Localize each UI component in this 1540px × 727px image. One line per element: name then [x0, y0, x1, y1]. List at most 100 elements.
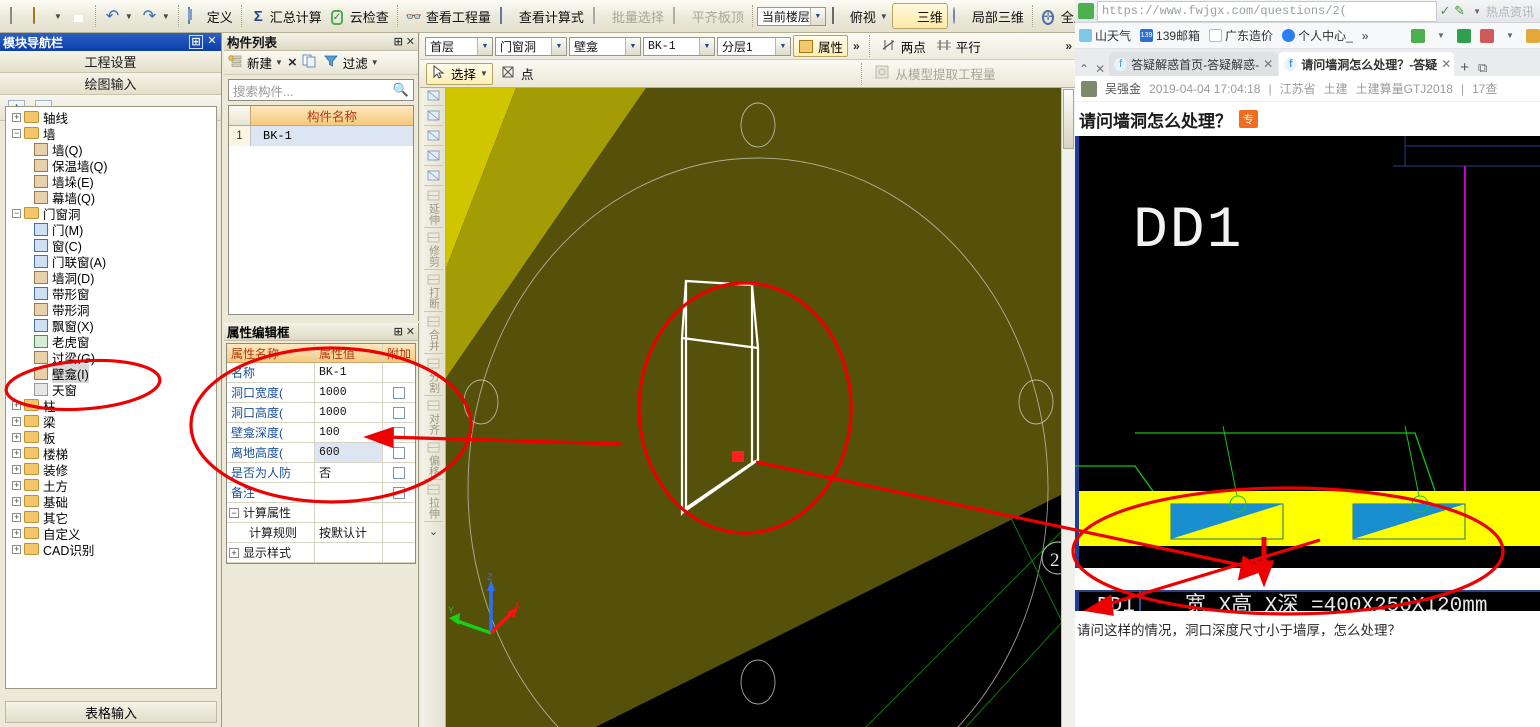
vtool-merge-button[interactable]: 合并 — [421, 314, 445, 351]
copy-icon[interactable] — [302, 54, 319, 71]
tree-node-folder[interactable]: − 墙 — [6, 125, 216, 142]
property-value[interactable]: 1000 — [315, 403, 383, 422]
tab-wall-hole-question[interactable]: f 请问墙洞怎么处理？-答疑 ✕ — [1279, 52, 1455, 76]
batch-select-button[interactable]: 批量选择 — [588, 3, 668, 29]
vtool-pencil-button[interactable] — [421, 88, 445, 103]
tree-node-leaf[interactable]: 天窗 — [6, 381, 216, 398]
vtool-mirror-button[interactable] — [421, 128, 445, 143]
save-button[interactable] — [66, 3, 91, 29]
pin-icon[interactable]: ⊞ — [394, 325, 403, 338]
tree-node-leaf[interactable]: 飘窗(X) — [6, 317, 216, 334]
define-button[interactable]: 定义 — [183, 3, 237, 29]
expand-icon[interactable]: + — [12, 112, 21, 122]
property-value[interactable]: 100 — [315, 423, 383, 442]
property-row[interactable]: 壁龛深度(100 — [227, 423, 415, 443]
close-icon[interactable]: ✕ — [406, 35, 415, 48]
tree-node-folder[interactable]: + 基础 — [6, 493, 216, 510]
search-component-input[interactable]: 搜索构件... 🔍 — [228, 79, 414, 101]
project-settings-tab[interactable]: 工程设置 — [0, 51, 221, 73]
tree-node-folder[interactable]: + CAD识别 — [6, 541, 216, 558]
top-view-button[interactable]: 俯视 ▼ — [826, 3, 892, 29]
tab-answers-home[interactable]: f 答疑解惑首页-答疑解惑- ✕ — [1109, 52, 1279, 76]
collapse-icon[interactable]: − — [12, 208, 21, 218]
extract-quantity-button[interactable]: 从模型提取工程量 — [871, 63, 999, 85]
expand-icon[interactable]: + — [12, 544, 21, 554]
tree-node-leaf[interactable]: 墙(Q) — [6, 141, 216, 158]
property-value[interactable]: BK-1 — [315, 363, 383, 382]
close-icon[interactable]: ✕ — [1441, 57, 1451, 71]
vtool-rotate-button[interactable] — [421, 168, 445, 183]
context-category-select[interactable]: 门窗洞 ▼ — [495, 36, 567, 56]
tree-node-leaf[interactable]: 壁龛(I) — [6, 363, 216, 383]
expand-icon[interactable]: + — [12, 416, 21, 426]
chevron-down-icon[interactable]: ▼ — [699, 37, 714, 55]
collapse-icon[interactable]: − — [229, 507, 239, 518]
chevron-down-icon[interactable]: ▼ — [480, 69, 488, 78]
two-point-button[interactable]: 两点 — [877, 35, 930, 57]
floor-select[interactable]: 当前楼层 ▼ — [756, 6, 826, 26]
tab-list-icon[interactable]: ⧉ — [1475, 60, 1490, 76]
view-quantity-button[interactable]: 👓 查看工程量 — [402, 3, 495, 29]
tree-node-leaf[interactable]: 老虎窗 — [6, 333, 216, 350]
filter-button[interactable]: 过滤 ▼ — [323, 53, 379, 72]
property-value[interactable]: 按默认计 — [315, 523, 383, 542]
font-size-icon[interactable] — [1480, 28, 1494, 43]
expand-icon[interactable]: + — [12, 464, 21, 474]
append-checkbox[interactable] — [393, 466, 405, 479]
tree-node-leaf[interactable]: 窗(C) — [6, 237, 216, 254]
close-icon[interactable]: ✕ — [1092, 62, 1108, 76]
bookmark-item[interactable]: 山天气 — [1079, 27, 1131, 44]
append-checkbox[interactable] — [393, 406, 405, 419]
property-row[interactable]: 是否为人防否 — [227, 463, 415, 483]
new-file-button[interactable] — [4, 3, 29, 29]
property-value[interactable]: 600 — [315, 443, 383, 462]
three-d-viewport[interactable]: 2 Z Y X — [446, 88, 1075, 727]
append-checkbox[interactable] — [393, 386, 405, 399]
point-button[interactable]: 点 — [497, 63, 538, 85]
chevron-down-icon[interactable]: ▼ — [1503, 29, 1517, 43]
tree-node-leaf[interactable]: 带形洞 — [6, 301, 216, 318]
tree-node-folder[interactable]: + 自定义 — [6, 525, 216, 542]
pin-icon[interactable]: ⊞ — [189, 35, 203, 49]
append-checkbox[interactable] — [393, 446, 405, 459]
tree-node-folder[interactable]: + 装修 — [6, 461, 216, 478]
property-row[interactable]: 洞口高度(1000 — [227, 403, 415, 423]
local-three-d-button[interactable]: 局部三维 — [948, 3, 1028, 29]
translate-icon[interactable]: ✓ ✎ — [1440, 3, 1465, 19]
tree-node-folder[interactable]: + 板 — [6, 429, 216, 446]
chevron-down-icon[interactable]: ▼ — [1468, 7, 1486, 16]
vtool-move-button[interactable] — [421, 148, 445, 163]
expand-icon[interactable]: + — [229, 547, 239, 558]
notes-icon[interactable] — [1526, 28, 1540, 43]
tree-node-leaf[interactable]: 墙洞(D) — [6, 269, 216, 286]
property-row[interactable]: 洞口宽度(1000 — [227, 383, 415, 403]
collapse-icon[interactable]: − — [12, 128, 21, 138]
tree-node-folder[interactable]: + 柱 — [6, 397, 216, 414]
tree-node-folder[interactable]: − 门窗洞 — [6, 205, 216, 222]
tree-node-leaf[interactable]: 幕墙(Q) — [6, 189, 216, 206]
tree-node-leaf[interactable]: 过梁(G) — [6, 349, 216, 366]
bookmark-item[interactable]: 个人中心_ — [1282, 27, 1353, 44]
flush-slab-button[interactable]: 平齐板顶 — [668, 3, 748, 29]
vtool-stretch-button[interactable]: 拉伸 — [421, 482, 445, 519]
delete-component-button[interactable]: × — [288, 54, 297, 71]
three-d-button[interactable]: 三维 — [891, 3, 948, 29]
context-floor-select[interactable]: 首层 ▼ — [425, 36, 493, 56]
select-button[interactable]: 选择 ▼ — [426, 62, 493, 85]
tree-node-folder[interactable]: + 梁 — [6, 413, 216, 430]
pin-icon[interactable]: ⊞ — [394, 35, 403, 48]
new-tab-button[interactable]: + — [1455, 59, 1474, 76]
reading-mode-icon[interactable] — [1457, 28, 1471, 43]
draw-input-tab[interactable]: 绘图输入 — [0, 73, 221, 95]
expand-icon[interactable]: + — [12, 400, 21, 410]
context-layer-select[interactable]: 分层1 ▼ — [717, 36, 791, 56]
tree-node-leaf[interactable]: 墙垛(E) — [6, 173, 216, 190]
vtool-split-button[interactable]: 分割 — [421, 356, 445, 393]
viewport-vertical-scrollbar[interactable] — [1061, 88, 1075, 727]
expand-icon[interactable]: + — [12, 496, 21, 506]
chevron-down-icon[interactable]: ▼ — [625, 37, 640, 55]
tree-node-folder[interactable]: + 轴线 — [6, 109, 216, 126]
property-value[interactable] — [315, 483, 383, 502]
new-component-button[interactable]: 新建 ▼ — [228, 53, 283, 72]
expand-icon[interactable]: + — [12, 528, 21, 538]
